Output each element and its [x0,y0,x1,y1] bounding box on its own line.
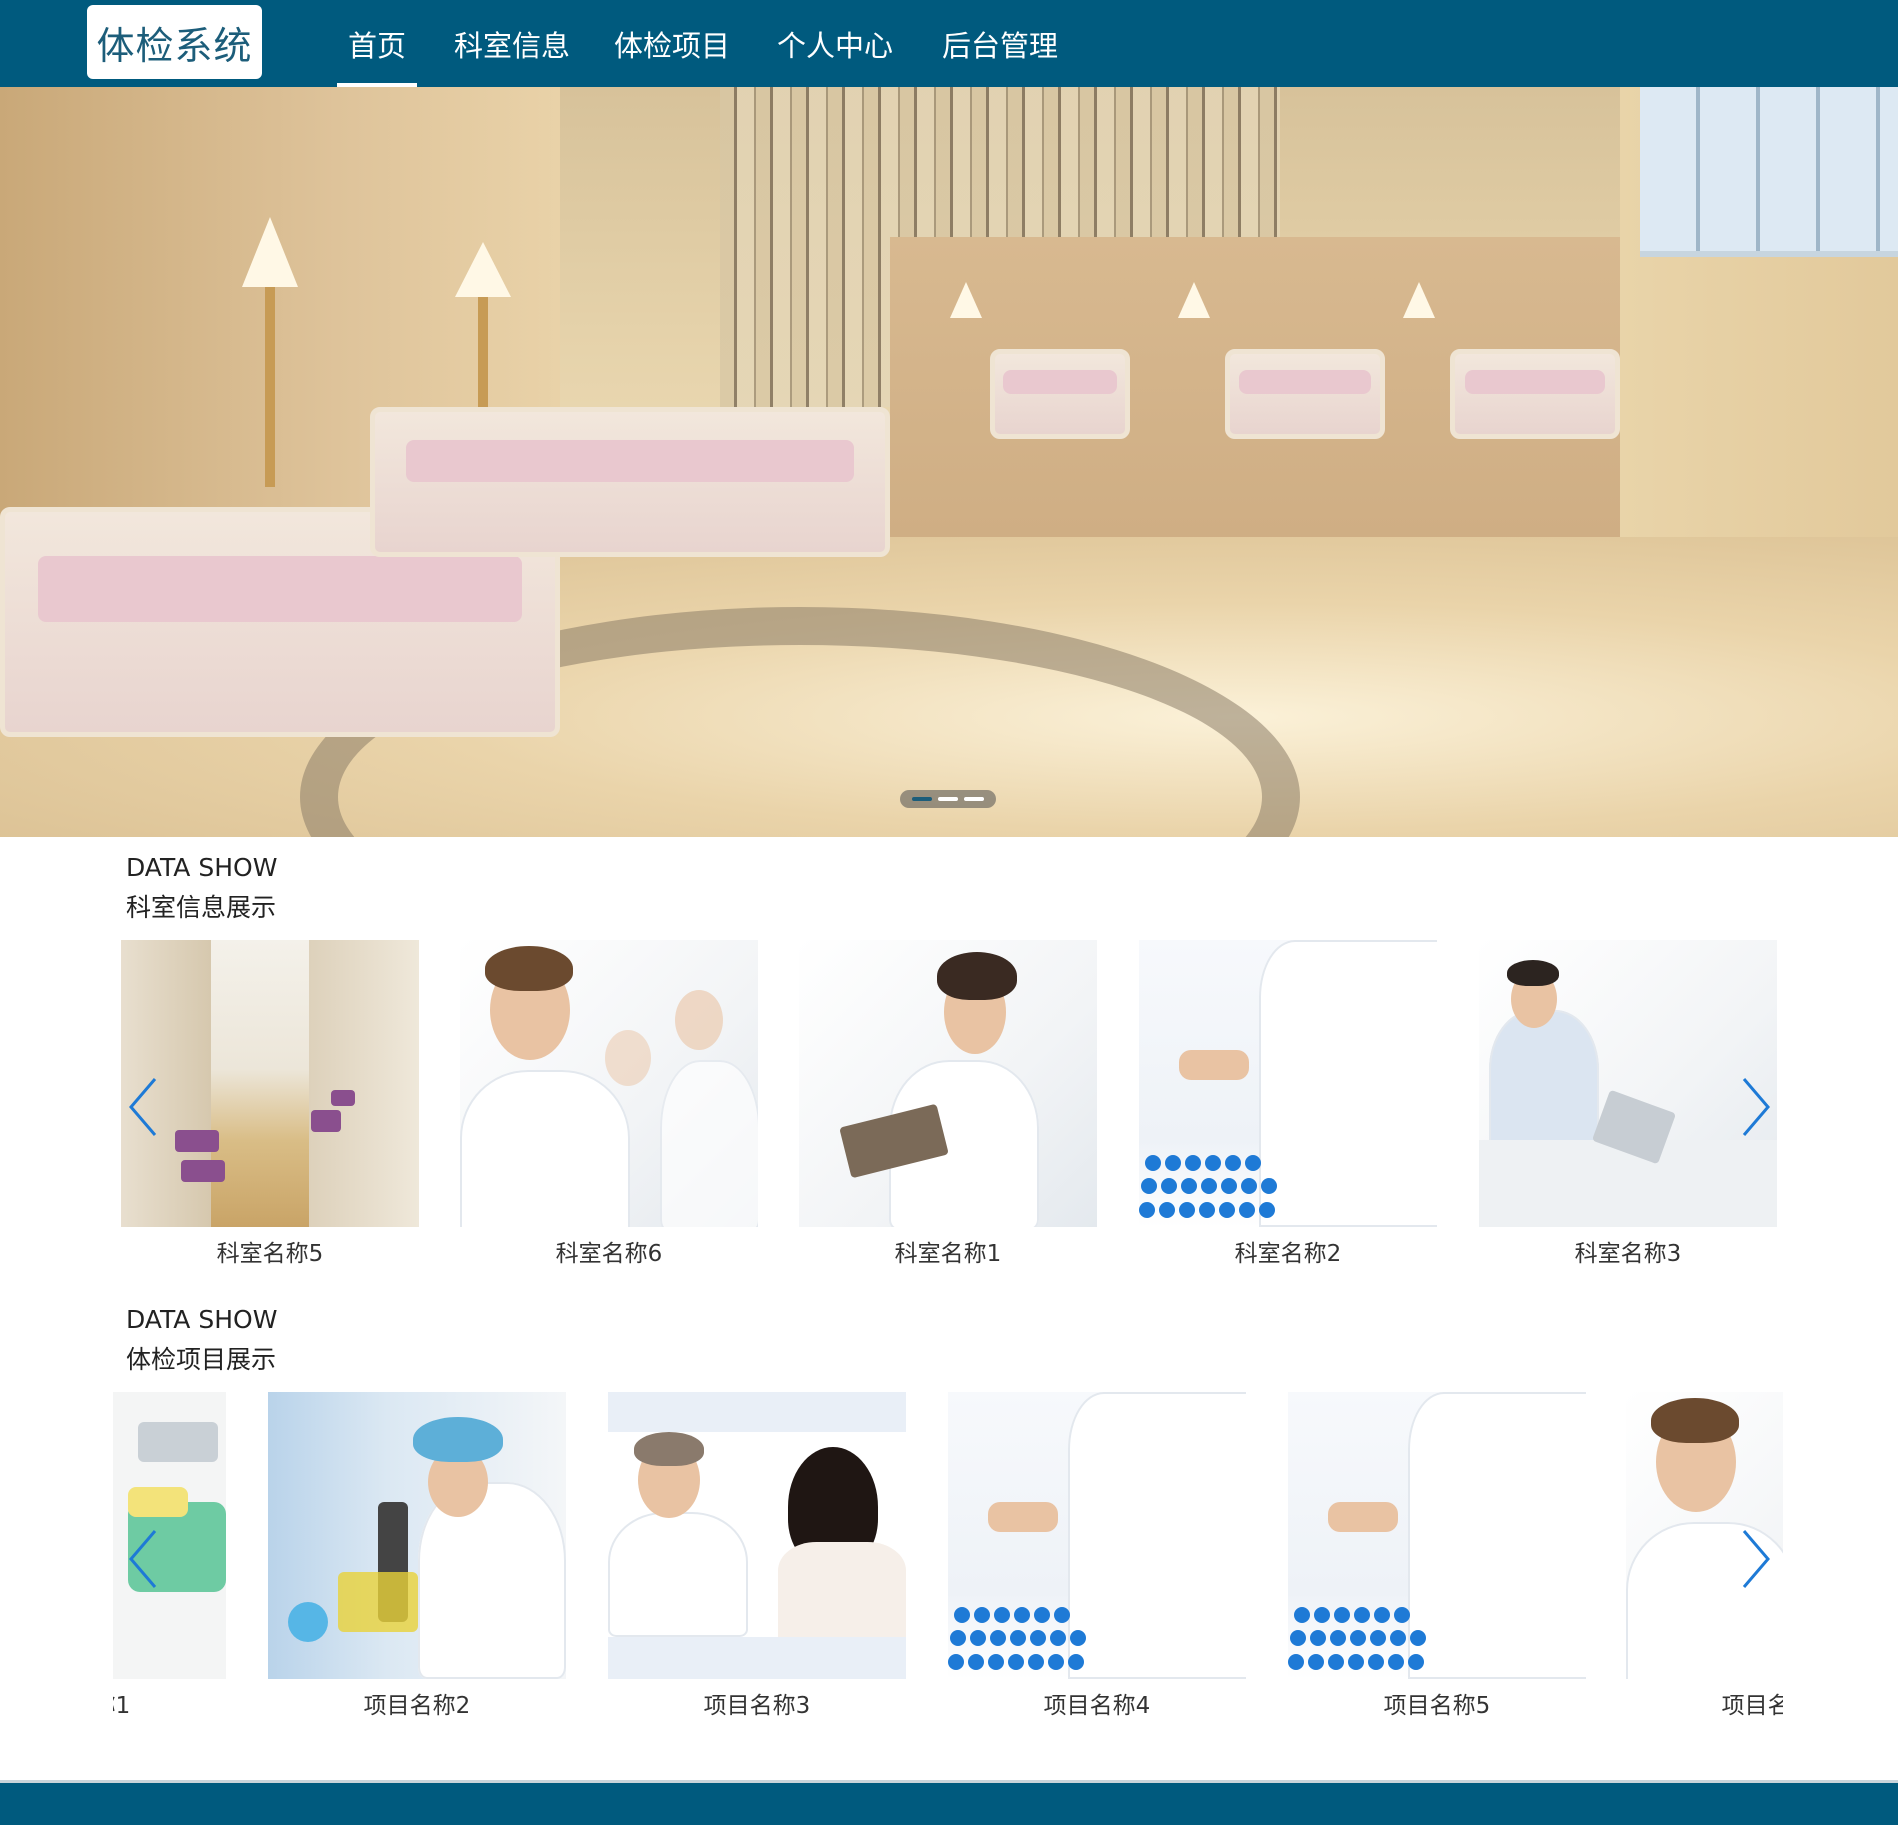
hospital-bed [990,349,1130,439]
carousel-prev-button[interactable] [125,1527,165,1591]
lamp-icon [455,242,511,297]
department-card[interactable]: 科室名称5 [121,940,419,1268]
checkup-item-card[interactable]: 项目名称4 [948,1392,1246,1720]
page-footer [0,1780,1898,1825]
lamp-icon [1403,282,1435,318]
carousel-next-button[interactable] [1734,1527,1774,1591]
chevron-left-icon [129,1078,157,1136]
checkup-item-image [1288,1392,1586,1679]
section-title-en: DATA SHOW [126,853,278,882]
section-title-en: DATA SHOW [126,1305,278,1334]
checkup-item-image [948,1392,1246,1679]
lamp-stand [478,297,488,417]
hero-banner[interactable] [0,87,1898,837]
checkup-item-carousel: 项目名称1 项目名称2 项目名称3 [113,1392,1783,1722]
checkup-item-name: 项目名称5 [1383,1693,1491,1719]
department-image [1479,940,1777,1227]
hero-window [1640,87,1898,257]
department-card[interactable]: 科室名称6 [460,940,758,1268]
section-title-cn: 科室信息展示 [126,893,277,922]
checkup-item-name: 项目名称1 [113,1693,131,1719]
nav-item-personal-center[interactable]: 个人中心 [776,0,894,87]
top-navbar: 体检系统 首页 科室信息 体检项目 个人中心 后台管理 [0,0,1898,87]
checkup-item-name: 项目名称6 [1721,1693,1783,1719]
nav-item-admin[interactable]: 后台管理 [941,0,1059,87]
department-carousel: 科室名称5 科室名称6 科室名称1 科室名称2 科室名称3 [121,940,1778,1270]
hospital-bed [370,407,890,557]
chevron-left-icon [129,1530,157,1588]
department-image [460,940,758,1227]
checkup-item-name: 项目名称3 [703,1693,811,1719]
site-logo[interactable]: 体检系统 [87,5,262,79]
chevron-right-icon [1742,1530,1770,1588]
nav-item-home[interactable]: 首页 [337,0,417,87]
lamp-icon [242,217,298,287]
hospital-bed [1225,349,1385,439]
department-card[interactable]: 科室名称1 [799,940,1097,1268]
checkup-item-card[interactable]: 项目名称3 [608,1392,906,1720]
department-card[interactable]: 科室名称3 [1479,940,1777,1268]
section-title-cn: 体检项目展示 [126,1345,277,1374]
checkup-item-card[interactable]: 项目名称5 [1288,1392,1586,1720]
carousel-dot[interactable] [938,797,958,801]
carousel-indicator [900,790,996,808]
carousel-dot[interactable] [912,797,932,801]
department-image [799,940,1097,1227]
department-name: 科室名称1 [894,1241,1002,1267]
department-card[interactable]: 科室名称2 [1139,940,1437,1268]
nav-item-checkup-items[interactable]: 体检项目 [613,0,731,87]
lamp-icon [950,282,982,318]
department-name: 科室名称6 [555,1241,663,1267]
checkup-item-image [608,1392,906,1679]
checkup-item-image [268,1392,566,1679]
carousel-prev-button[interactable] [125,1075,165,1139]
department-name: 科室名称3 [1574,1241,1682,1267]
nav-item-departments[interactable]: 科室信息 [453,0,571,87]
chevron-right-icon [1742,1078,1770,1136]
department-image [121,940,419,1227]
department-name: 科室名称5 [216,1241,324,1267]
department-name: 科室名称2 [1234,1241,1342,1267]
department-image [1139,940,1437,1227]
logo-text: 体检系统 [96,23,253,68]
checkup-item-name: 项目名称2 [363,1693,471,1719]
lamp-icon [1178,282,1210,318]
checkup-item-card[interactable]: 项目名称2 [268,1392,566,1720]
carousel-next-button[interactable] [1734,1075,1774,1139]
checkup-item-name: 项目名称4 [1043,1693,1151,1719]
hospital-bed [1450,349,1620,439]
lamp-stand [265,287,275,487]
carousel-dot[interactable] [964,797,984,801]
